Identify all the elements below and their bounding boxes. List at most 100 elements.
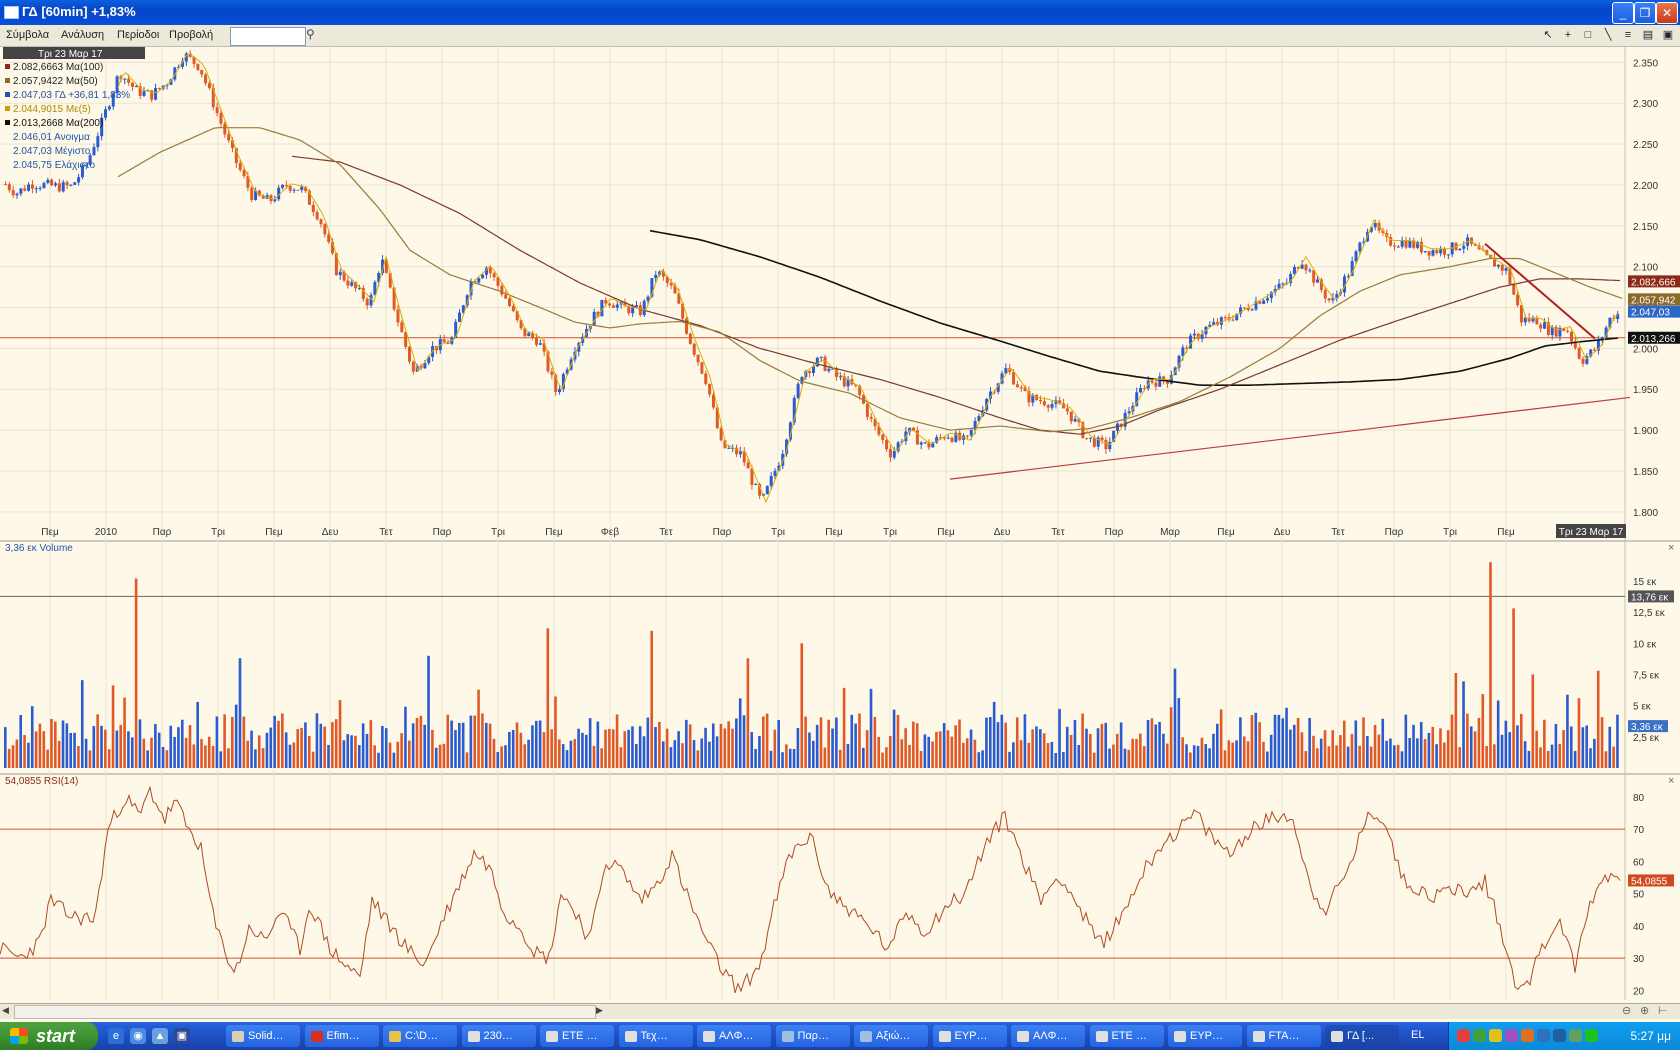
candle[interactable] (1569, 331, 1573, 342)
volume-bar[interactable] (1108, 748, 1111, 768)
candle[interactable] (219, 113, 223, 124)
volume-bar[interactable] (304, 722, 307, 768)
volume-bar[interactable] (1150, 718, 1154, 768)
volume-bar[interactable] (354, 735, 357, 768)
volume-bar[interactable] (969, 729, 973, 768)
candle[interactable] (1304, 264, 1308, 271)
volume-bar[interactable] (288, 744, 292, 768)
candle[interactable] (1192, 333, 1196, 336)
volume-bar[interactable] (1604, 751, 1608, 768)
volume-bar[interactable] (1266, 751, 1269, 768)
volume-bar[interactable] (1331, 730, 1335, 768)
volume-bar[interactable] (558, 739, 561, 768)
volume-bar[interactable] (1089, 734, 1092, 768)
volume-bar[interactable] (446, 714, 450, 768)
candle[interactable] (615, 304, 619, 308)
volume-bar[interactable] (1443, 742, 1446, 768)
candle[interactable] (538, 343, 542, 345)
volume-bar[interactable] (1262, 741, 1265, 768)
candle[interactable] (1327, 298, 1331, 301)
volume-bar[interactable] (1404, 714, 1408, 768)
volume-bar[interactable] (504, 745, 507, 768)
volume-bar[interactable] (815, 724, 819, 768)
candle[interactable] (819, 356, 823, 358)
volume-bar[interactable] (1566, 694, 1569, 768)
volume-bar[interactable] (1377, 734, 1381, 768)
volume-bar[interactable] (581, 732, 584, 768)
volume-bar[interactable] (1512, 608, 1515, 768)
volume-bar[interactable] (642, 736, 646, 768)
volume-bar[interactable] (561, 744, 565, 768)
volume-bar[interactable] (1258, 722, 1261, 768)
candle[interactable] (969, 429, 973, 436)
volume-bar[interactable] (1500, 734, 1504, 768)
candle[interactable] (292, 189, 296, 191)
volume-bar[interactable] (688, 724, 692, 768)
volume-bar[interactable] (673, 740, 677, 768)
candle[interactable] (1046, 405, 1050, 408)
candle[interactable] (157, 87, 161, 89)
volume-bar[interactable] (1358, 745, 1361, 768)
taskbar-item[interactable]: FTA… (1246, 1025, 1321, 1047)
volume-bar[interactable] (1354, 720, 1358, 768)
candle[interactable] (327, 234, 331, 242)
candle[interactable] (912, 427, 916, 431)
volume-bar[interactable] (1489, 562, 1492, 768)
candle[interactable] (888, 449, 892, 458)
volume-bar[interactable] (1289, 729, 1292, 768)
volume-bar[interactable] (1296, 717, 1300, 768)
candle[interactable] (104, 109, 108, 118)
volume-bar[interactable] (742, 715, 746, 768)
candle[interactable] (1266, 298, 1270, 301)
volume-bar[interactable] (962, 742, 965, 768)
candle[interactable] (769, 475, 773, 486)
candle[interactable] (130, 82, 134, 87)
volume-bar[interactable] (265, 732, 269, 768)
volume-bar[interactable] (1031, 729, 1034, 768)
volume-bar[interactable] (1342, 720, 1346, 768)
tray-shield-icon[interactable] (1489, 1029, 1502, 1042)
volume-bar[interactable] (623, 731, 627, 768)
volume-bar[interactable] (1450, 714, 1454, 768)
volume-bar[interactable] (719, 723, 723, 768)
candle[interactable] (346, 280, 350, 286)
restore-button[interactable]: ❐ (1634, 2, 1656, 24)
volume-bar[interactable] (154, 724, 157, 768)
volume-bar[interactable] (1504, 720, 1508, 768)
volume-bar[interactable] (88, 750, 92, 768)
volume-bar[interactable] (1023, 714, 1027, 768)
tray-antivirus-icon[interactable] (1457, 1029, 1470, 1042)
volume-bar[interactable] (104, 729, 107, 768)
volume-bar[interactable] (1400, 751, 1404, 768)
candle[interactable] (1335, 294, 1339, 298)
volume-bar[interactable] (1162, 733, 1165, 768)
volume-bar[interactable] (1362, 717, 1365, 768)
volume-bar[interactable] (1273, 714, 1277, 768)
volume-bar[interactable] (1050, 741, 1054, 768)
volume-bar[interactable] (1115, 733, 1119, 768)
volume-bar[interactable] (1323, 730, 1327, 768)
volume-bar[interactable] (1516, 725, 1519, 768)
volume-bar[interactable] (246, 740, 249, 768)
candle[interactable] (892, 451, 896, 458)
volume-bar[interactable] (1292, 724, 1296, 768)
candle[interactable] (654, 274, 658, 279)
candle[interactable] (142, 91, 146, 96)
candle[interactable] (1354, 251, 1358, 262)
candle[interactable] (1443, 248, 1447, 255)
menu-periods[interactable]: Περίοδοι (117, 29, 159, 41)
volume-bar[interactable] (1200, 737, 1204, 768)
volume-bar[interactable] (357, 745, 361, 768)
volume-bar[interactable] (461, 722, 465, 768)
candle[interactable] (1435, 250, 1439, 254)
candle[interactable] (685, 318, 689, 334)
volume-bar[interactable] (1600, 717, 1604, 768)
volume-bar[interactable] (838, 749, 842, 768)
candle[interactable] (34, 188, 38, 190)
volume-bar[interactable] (219, 751, 223, 768)
volume-bar[interactable] (1169, 707, 1173, 768)
candle[interactable] (796, 383, 800, 398)
volume-bar[interactable] (1546, 750, 1550, 768)
candle[interactable] (1231, 319, 1235, 321)
volume-bar[interactable] (11, 745, 15, 768)
